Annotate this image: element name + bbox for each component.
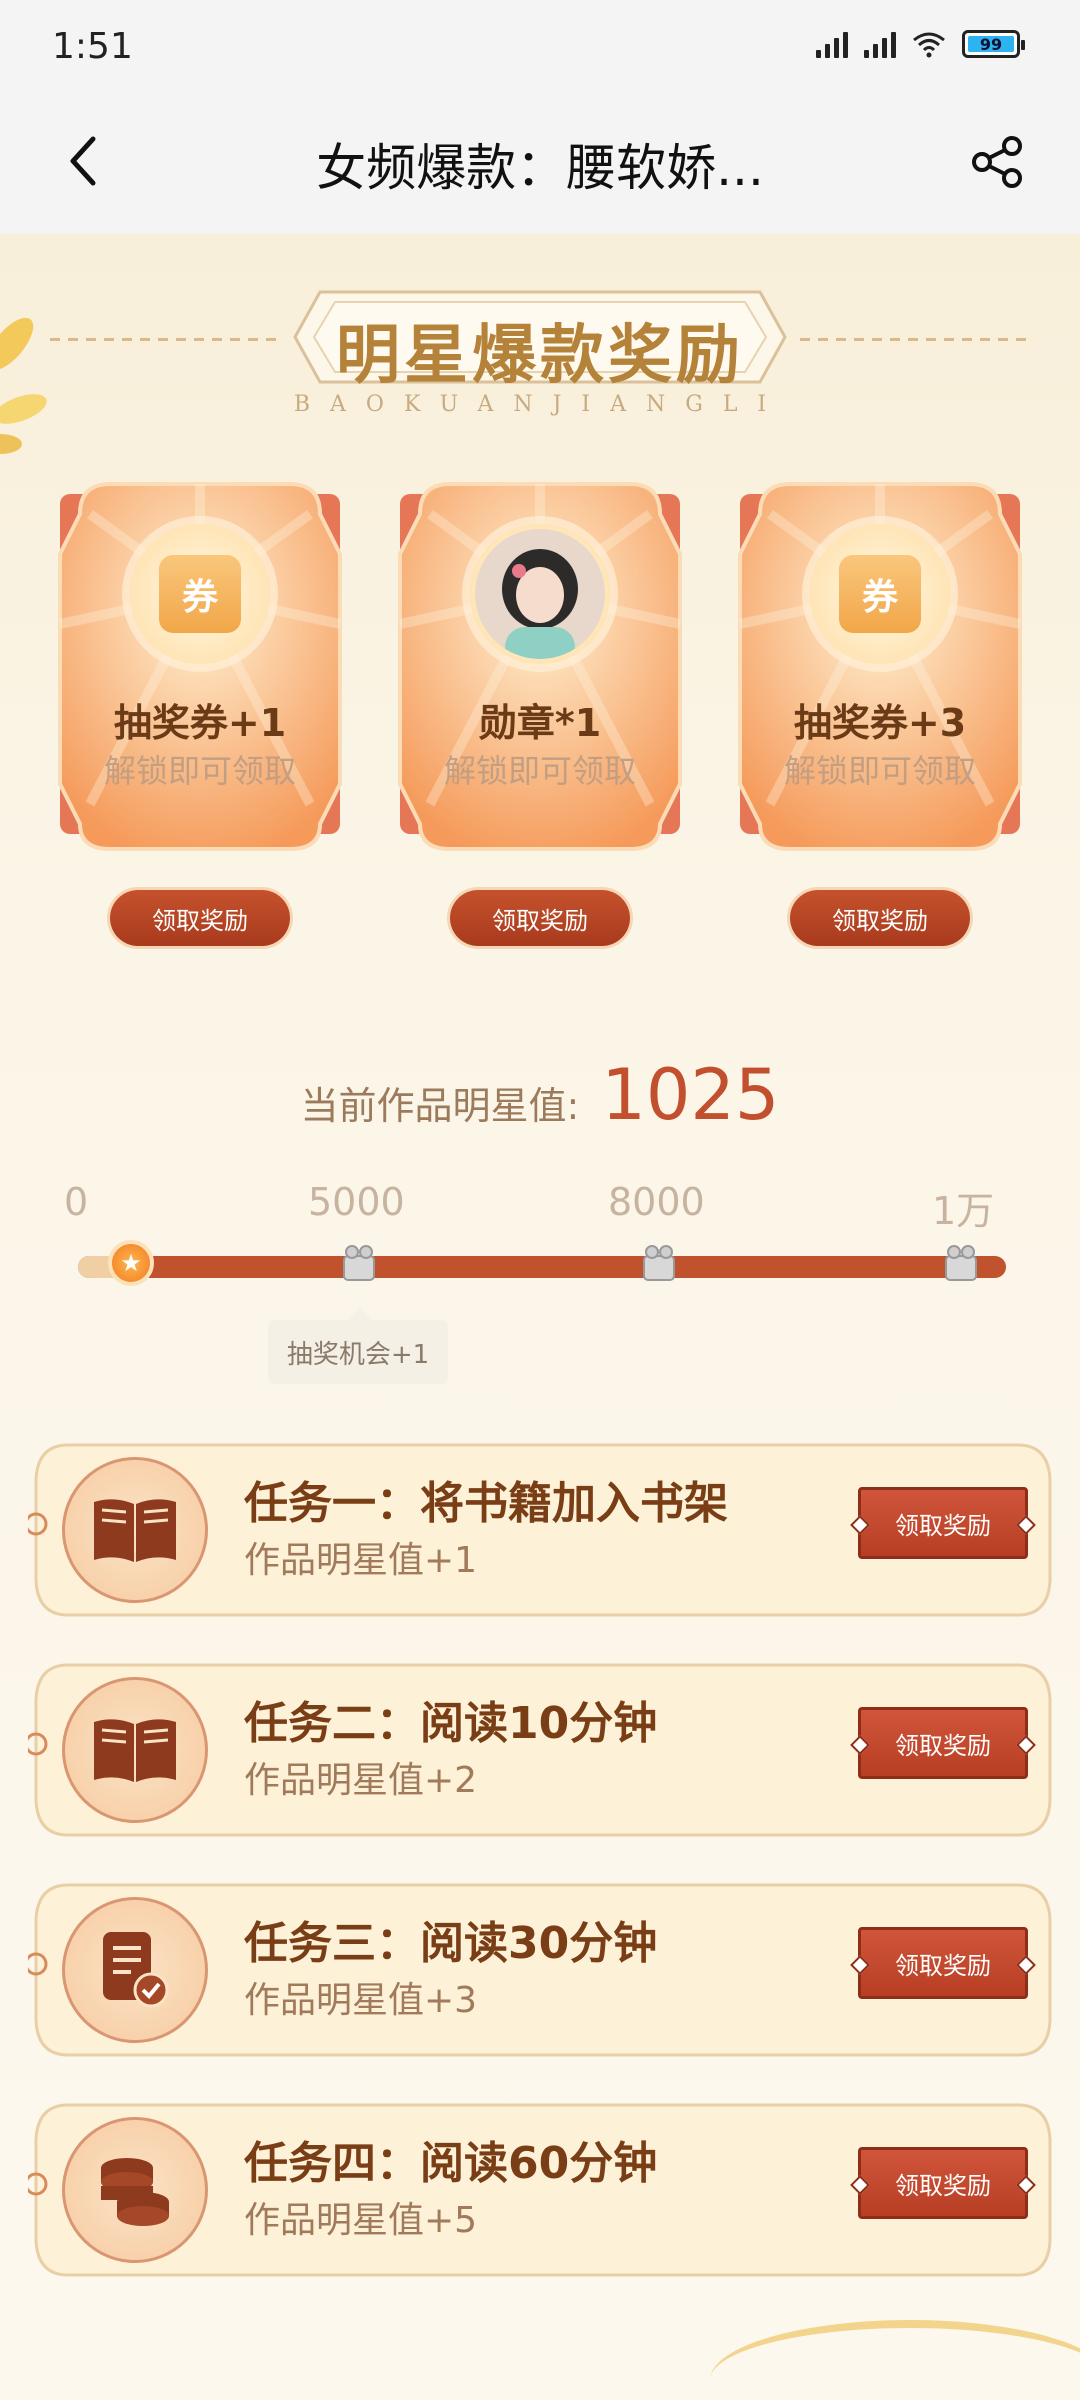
star-value-label: 当前作品明星值: (300, 1084, 580, 1128)
task-item-2: 任务二：阅读10分钟 作品明星值+2 领取奖励 (28, 1659, 1058, 1841)
claim-task-button-4[interactable]: 领取奖励 (858, 2147, 1028, 2219)
header-banner: 明星爆款奖励 BAOKUANJIANGLI (0, 264, 1080, 417)
task-title: 任务一：将书籍加入书架 (244, 1478, 728, 1529)
reward-card-2: 勋章*1 解锁即可领取 (390, 474, 690, 864)
milestone-label-10000: 1万 (932, 1189, 995, 1233)
task-points: 作品明星值+1 (244, 1540, 478, 1581)
character-avatar-icon (475, 529, 605, 659)
milestone-label-5000: 5000 (308, 1180, 405, 1224)
task-points: 作品明星值+3 (244, 1980, 478, 2021)
star-icon: ★ (108, 1240, 154, 1286)
battery-icon: 99 (962, 30, 1025, 58)
ticket-label: 券 (159, 555, 241, 633)
status-time: 1:51 (52, 26, 133, 67)
task-title: 任务四：阅读60分钟 (244, 2138, 658, 2189)
banner-title: 明星爆款奖励 (336, 318, 744, 393)
chevron-left-icon (70, 136, 96, 186)
medal-avatar (470, 524, 610, 664)
task-points: 作品明星值+5 (244, 2200, 478, 2241)
reward-card-3: 券 抽奖券+3 解锁即可领取 (730, 474, 1030, 864)
task-item-4: 任务四：阅读60分钟 作品明星值+5 领取奖励 (28, 2099, 1058, 2281)
open-book-icon (62, 1677, 208, 1823)
signal-icon (816, 30, 848, 58)
page-title: 女频爆款：腰软娇... (316, 139, 764, 197)
reward-status: 解锁即可领取 (443, 752, 636, 790)
milestone-label-0: 0 (64, 1180, 89, 1224)
gift-icon (945, 1245, 977, 1281)
reward-name: 抽奖券+1 (113, 701, 287, 745)
ticket-icon: 券 (810, 524, 950, 664)
coin-stack-icon (62, 2117, 208, 2263)
content-area: 明星爆款奖励 BAOKUANJIANGLI 券 抽奖券+1 解锁即可领取 领取奖… (0, 234, 1080, 2400)
document-check-icon (62, 1897, 208, 2043)
share-icon[interactable] (968, 132, 1028, 192)
claim-reward-button-2[interactable]: 领取奖励 (450, 890, 630, 946)
task-title: 任务三：阅读30分钟 (244, 1918, 658, 1969)
status-bar: 1:51 99 (0, 0, 1080, 96)
task-title: 任务二：阅读10分钟 (244, 1698, 658, 1749)
reward-card-1: 券 抽奖券+1 解锁即可领取 (50, 474, 350, 864)
claim-task-button-2[interactable]: 领取奖励 (858, 1707, 1028, 1779)
open-book-icon (62, 1457, 208, 1603)
milestone-label-8000: 8000 (608, 1180, 705, 1224)
reward-status: 解锁即可领取 (783, 752, 976, 790)
claim-reward-button-1[interactable]: 领取奖励 (110, 890, 290, 946)
gift-icon (343, 1245, 375, 1281)
reward-name: 抽奖券+3 (793, 701, 967, 745)
progress-track (78, 1256, 1006, 1278)
banner-pinyin: BAOKUANJIANGLI (293, 392, 787, 417)
reward-name: 勋章*1 (478, 701, 602, 745)
star-value-number: 1025 (601, 1054, 780, 1136)
back-button[interactable] (52, 126, 112, 196)
status-icons: 99 (816, 30, 1025, 58)
gold-arc-decoration (710, 2320, 1080, 2400)
claim-task-button-1[interactable]: 领取奖励 (858, 1487, 1028, 1559)
ticket-icon: 券 (130, 524, 270, 664)
star-value-display: 当前作品明星值: 1025 (0, 1054, 1080, 1136)
task-points: 作品明星值+2 (244, 1760, 478, 1801)
battery-level: 99 (968, 35, 1014, 54)
reward-status: 解锁即可领取 (103, 752, 296, 790)
gift-icon (643, 1245, 675, 1281)
signal-icon-2 (864, 30, 896, 58)
claim-task-button-3[interactable]: 领取奖励 (858, 1927, 1028, 1999)
milestone-tooltip: 抽奖机会+1 (268, 1308, 448, 1384)
nav-bar: 女频爆款：腰软娇... (0, 96, 1080, 234)
task-item-1: 任务一：将书籍加入书架 作品明星值+1 领取奖励 (28, 1439, 1058, 1621)
wifi-icon (913, 32, 945, 58)
task-item-3: 任务三：阅读30分钟 作品明星值+3 领取奖励 (28, 1879, 1058, 2061)
ticket-label: 券 (839, 555, 921, 633)
claim-reward-button-3[interactable]: 领取奖励 (790, 890, 970, 946)
